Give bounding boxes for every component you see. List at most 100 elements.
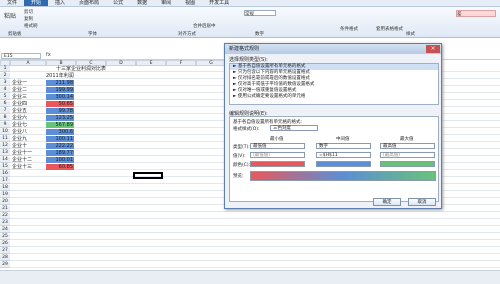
rule-description-panel: 基于各自值设置所有单元格的格式: 格式样式(O): 三色刻度 最小值 中间值 最… — [229, 116, 439, 202]
rule-type-item[interactable]: ► 使用公式确定要设置格式的单元格 — [230, 94, 438, 100]
row-header[interactable]: 11 — [0, 136, 10, 142]
sheet-row — [10, 220, 500, 226]
profit-cell[interactable]: 50.65 — [46, 101, 74, 107]
row-header[interactable]: 17 — [0, 178, 10, 184]
company-label[interactable]: 企业七 — [12, 122, 27, 128]
row-header[interactable]: 19 — [0, 192, 10, 198]
tab-1[interactable]: 开始 — [24, 0, 49, 6]
tab-6[interactable]: 审阅 — [154, 0, 178, 6]
profit-cell[interactable]: 123.25 — [46, 115, 74, 121]
tab-4[interactable]: 公式 — [106, 0, 130, 6]
color-label: 颜色(C): — [233, 163, 251, 168]
profit-cell[interactable]: 99.78 — [46, 108, 74, 114]
min-value-input[interactable]: (最低值) — [250, 152, 305, 158]
company-label[interactable]: 企业五 — [12, 108, 27, 114]
company-label[interactable]: 企业十 — [12, 143, 27, 149]
row-header[interactable]: 25 — [0, 234, 10, 240]
profit-cell[interactable]: 567.89 — [46, 122, 74, 128]
row-header[interactable]: 15 — [0, 164, 10, 170]
max-value-input[interactable]: (最高值) — [380, 152, 435, 158]
row-header[interactable]: 26 — [0, 241, 10, 247]
company-label[interactable]: 企业九 — [12, 136, 27, 142]
row-header[interactable]: 16 — [0, 171, 10, 177]
min-type-select[interactable]: 最低值 — [250, 143, 305, 149]
format-style-select[interactable]: 三色刻度 — [270, 125, 318, 131]
format-painter-button[interactable]: 格式刷 — [24, 23, 38, 29]
row-header[interactable]: 22 — [0, 213, 10, 219]
row-header[interactable]: 3 — [0, 80, 10, 86]
fx-icon[interactable]: fx — [46, 52, 51, 58]
paste-button[interactable]: 粘贴 — [4, 11, 16, 20]
profit-cell[interactable]: 300.6 — [46, 129, 74, 135]
tab-8[interactable]: 开发工具 — [202, 0, 236, 6]
row-header[interactable]: 21 — [0, 206, 10, 212]
mid-header: 中间值 — [336, 137, 350, 142]
company-label[interactable]: 企业三 — [12, 94, 27, 100]
style-bad[interactable]: 差 — [456, 10, 496, 17]
row-header[interactable]: 23 — [0, 220, 10, 226]
profit-cell[interactable]: 60.85 — [46, 164, 74, 170]
mid-value-input[interactable]: =$H$11 — [316, 152, 371, 158]
max-type-select[interactable]: 最高值 — [380, 143, 435, 149]
row-header[interactable]: 24 — [0, 227, 10, 233]
sheet-row — [10, 262, 500, 268]
ribbon-tabs: 文件 开始 插入 页面布局 公式 数据 审阅 视图 开发工具 — [0, 0, 500, 7]
row-header[interactable]: 28 — [0, 255, 10, 261]
row-header[interactable]: 8 — [0, 115, 10, 121]
profit-cell[interactable]: 211.98 — [46, 80, 74, 86]
min-color-select[interactable] — [250, 161, 305, 167]
row-header[interactable]: 27 — [0, 248, 10, 254]
profit-cell[interactable]: 100.11 — [46, 136, 74, 142]
cut-button[interactable]: 剪切 — [24, 9, 33, 15]
sheet-row — [10, 234, 500, 240]
rule-type-list[interactable]: ► 基于各自值设置所有单元格的格式 ► 只为包含以下内容的单元格设置格式 ► 仅对排… — [229, 63, 439, 105]
max-color-select[interactable] — [380, 161, 435, 167]
tab-3[interactable]: 页面布局 — [72, 0, 106, 6]
company-label[interactable]: 企业十二 — [12, 157, 32, 163]
row-header[interactable]: 2 — [0, 73, 10, 79]
company-label[interactable]: 企业二 — [12, 87, 27, 93]
row-header[interactable]: 13 — [0, 150, 10, 156]
tab-5[interactable]: 数据 — [130, 0, 154, 6]
profit-cell[interactable]: 300.14 — [46, 94, 74, 100]
selected-cell[interactable] — [133, 172, 163, 179]
profit-cell[interactable]: 199.99 — [46, 87, 74, 93]
row-header[interactable]: 18 — [0, 185, 10, 191]
row-header[interactable]: 5 — [0, 94, 10, 100]
number-format-select[interactable]: 常规 — [244, 10, 276, 17]
mid-type-select[interactable]: 数字 — [316, 143, 371, 149]
ok-button[interactable]: 确定 — [373, 198, 401, 206]
tab-7[interactable]: 视图 — [178, 0, 202, 6]
conditional-format-button[interactable]: 条件格式 — [340, 26, 358, 32]
row-header[interactable]: 9 — [0, 122, 10, 128]
row-header[interactable]: 29 — [0, 262, 10, 268]
close-icon[interactable]: × — [426, 45, 440, 53]
mid-color-select[interactable] — [316, 161, 371, 167]
row-header[interactable]: 6 — [0, 101, 10, 107]
profit-cell[interactable]: 189.77 — [46, 150, 74, 156]
row-header[interactable]: 10 — [0, 129, 10, 135]
company-label[interactable]: 企业十三 — [12, 164, 32, 170]
row-header[interactable]: 4 — [0, 87, 10, 93]
name-box[interactable]: E15 — [1, 53, 41, 59]
profit-cell[interactable]: 222.22 — [46, 143, 74, 149]
dialog-title: 新建格式规则 — [225, 44, 441, 54]
company-label[interactable]: 企业一 — [12, 80, 27, 86]
row-header[interactable]: 7 — [0, 108, 10, 114]
select-type-label: 选择规则类型(S): — [229, 57, 268, 63]
row-header[interactable]: 1 — [0, 66, 10, 72]
tab-2[interactable]: 插入 — [48, 0, 72, 6]
merge-button[interactable]: 合并后居中 — [193, 23, 216, 29]
table-format-button[interactable]: 套用表格格式 — [376, 26, 403, 32]
row-header[interactable]: 12 — [0, 143, 10, 149]
company-label[interactable]: 企业六 — [12, 115, 27, 121]
row-header[interactable]: 20 — [0, 199, 10, 205]
cancel-button[interactable]: 取消 — [408, 198, 436, 206]
tab-0[interactable]: 文件 — [0, 0, 24, 6]
row-header[interactable]: 14 — [0, 157, 10, 163]
company-label[interactable]: 企业四 — [12, 101, 27, 107]
profit-cell[interactable]: 100.01 — [46, 157, 74, 163]
company-label[interactable]: 企业八 — [12, 129, 27, 135]
company-label[interactable]: 企业十一 — [12, 150, 32, 156]
copy-button[interactable]: 复制 — [24, 16, 33, 22]
